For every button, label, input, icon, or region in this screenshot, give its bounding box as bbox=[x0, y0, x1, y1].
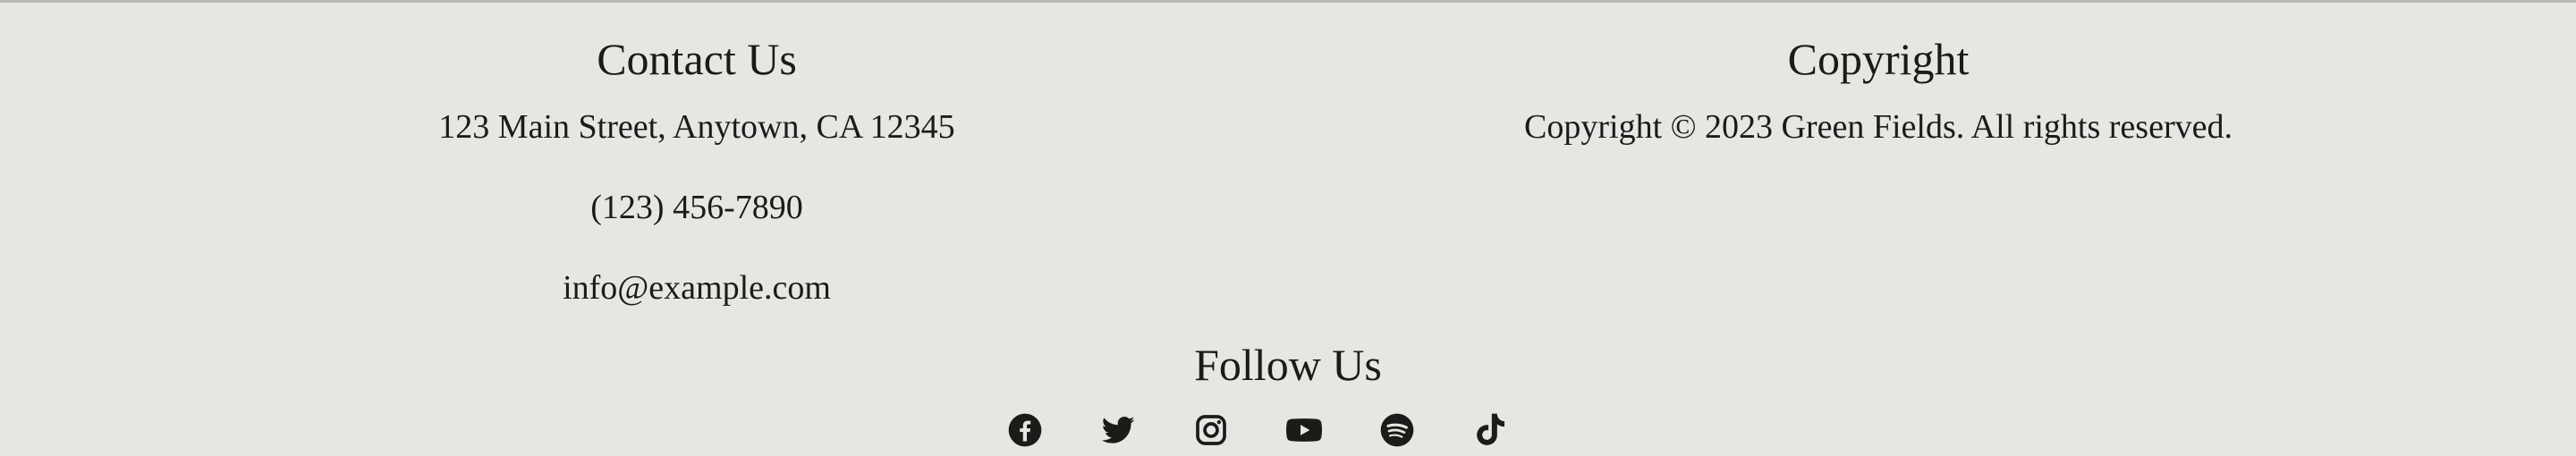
copyright-heading: Copyright bbox=[1787, 34, 1970, 84]
contact-address: 123 Main Street, Anytown, CA 12345 bbox=[438, 108, 955, 146]
copyright-text: Copyright © 2023 Green Fields. All right… bbox=[1524, 108, 2233, 146]
facebook-icon[interactable] bbox=[1007, 412, 1043, 448]
contact-email[interactable]: info@example.com bbox=[339, 271, 1055, 305]
tiktok-icon[interactable] bbox=[1472, 412, 1508, 448]
follow-section: Follow Us bbox=[0, 342, 2576, 387]
site-footer: Contact Us 123 Main Street, Anytown, CA … bbox=[0, 0, 2576, 456]
twitter-icon[interactable] bbox=[1100, 412, 1136, 448]
social-links bbox=[1007, 412, 1508, 452]
instagram-icon[interactable] bbox=[1193, 412, 1229, 448]
contact-phone[interactable]: (123) 456-7890 bbox=[339, 190, 1055, 224]
follow-heading: Follow Us bbox=[1194, 340, 1382, 390]
contact-heading: Contact Us bbox=[597, 34, 797, 84]
youtube-icon[interactable] bbox=[1286, 412, 1322, 448]
spotify-icon[interactable] bbox=[1379, 412, 1415, 448]
